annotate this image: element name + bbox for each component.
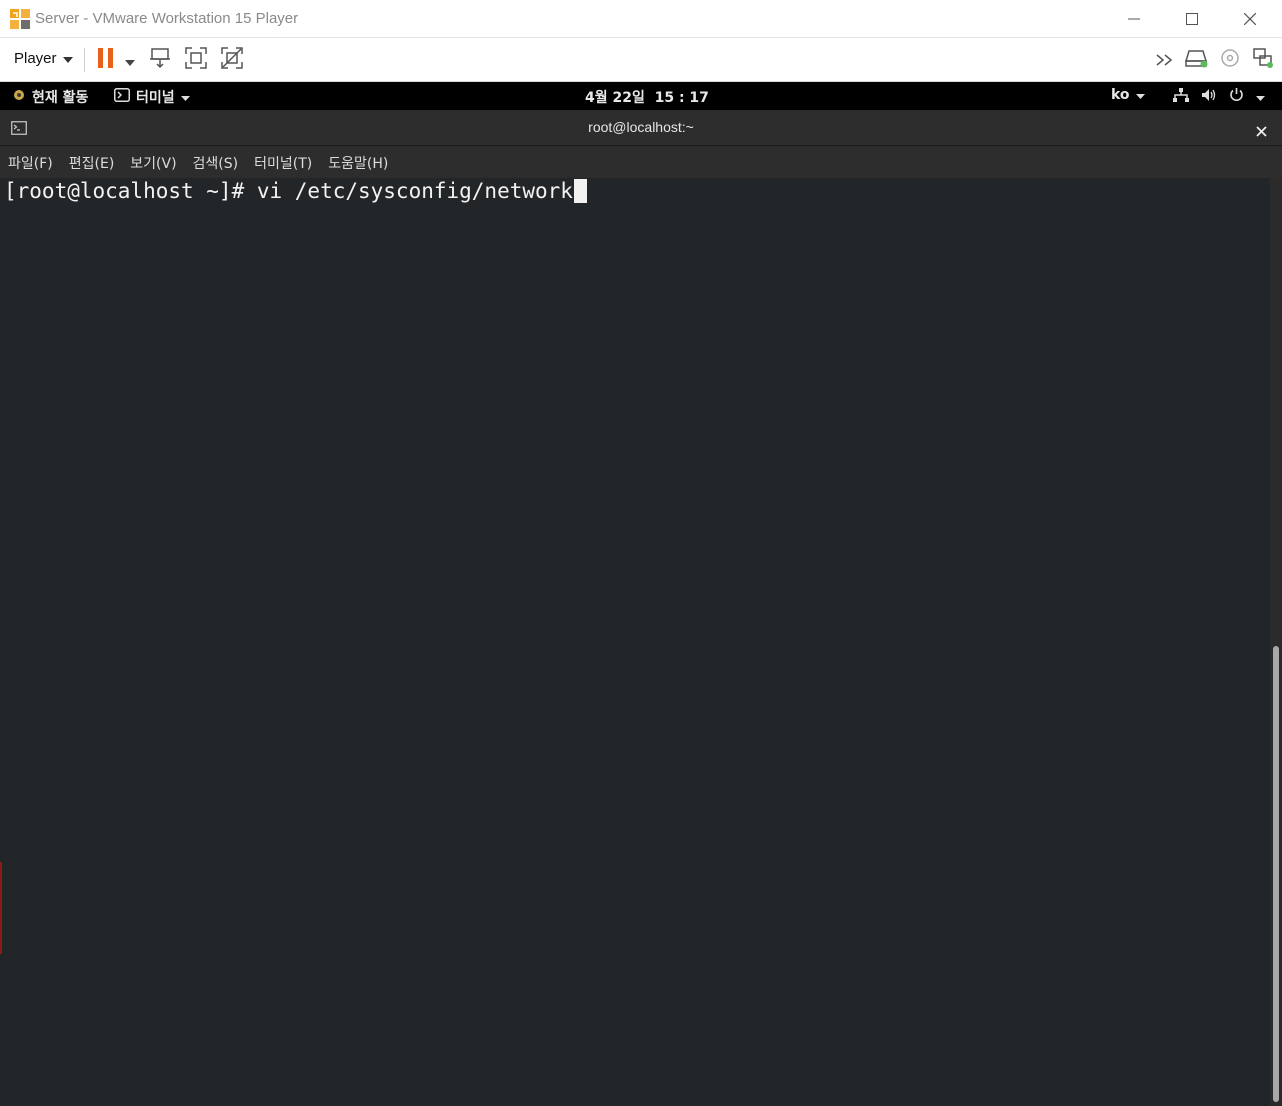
- unity-button[interactable]: [218, 46, 246, 74]
- gnome-top-bar: 현재 활동 터미널 4월 22일 15 : 17 ko: [0, 82, 1282, 110]
- terminal-scrollbar[interactable]: [1270, 178, 1282, 1106]
- cd-dvd-button[interactable]: [1216, 46, 1244, 74]
- dropdown-arrow-icon: [125, 51, 135, 70]
- maximize-icon: [1186, 13, 1198, 25]
- power-icon: [1229, 87, 1244, 106]
- send-ctrl-alt-del-icon: [148, 46, 172, 74]
- fullscreen-icon: [184, 46, 208, 74]
- input-method-menu[interactable]: ko: [1111, 87, 1145, 103]
- menu-help[interactable]: 도움말(H): [320, 146, 396, 178]
- activities-button[interactable]: 현재 활동: [12, 87, 88, 107]
- clock-button[interactable]: 4월 22일 15 : 17: [585, 87, 709, 107]
- scrollbar-thumb[interactable]: [1273, 646, 1279, 1102]
- activities-label: 현재 활동: [32, 90, 89, 106]
- chevron-down-icon: [1256, 89, 1265, 105]
- system-menu[interactable]: [1173, 87, 1265, 106]
- vmware-logo-icon: [9, 8, 31, 30]
- menu-file[interactable]: 파일(F): [0, 146, 61, 178]
- unity-icon: [220, 46, 244, 74]
- app-menu-label: 터미널: [136, 90, 175, 106]
- app-menu-terminal[interactable]: 터미널: [114, 87, 190, 107]
- terminal-output[interactable]: [root@localhost ~]# vi /etc/sysconfig/ne…: [0, 178, 1270, 1106]
- fullscreen-button[interactable]: [182, 46, 210, 74]
- window-edge-accent: [0, 862, 2, 954]
- player-menu-label: Player: [14, 50, 57, 67]
- terminal-header-bar: root@localhost:~: [0, 110, 1282, 146]
- terminal-title: root@localhost:~: [588, 119, 694, 135]
- command-line: [root@localhost ~]# vi /etc/sysconfig/ne…: [4, 178, 587, 204]
- minimize-button[interactable]: [1105, 0, 1163, 38]
- gnome-foot-icon: [12, 88, 26, 106]
- chevron-down-icon: [62, 50, 73, 67]
- player-toolbar: Player: [0, 38, 1282, 82]
- chevron-down-icon: [1135, 87, 1145, 103]
- terminal-app-icon: [114, 88, 130, 106]
- menu-terminal[interactable]: 터미널(T): [246, 146, 320, 178]
- clock-label: 4월 22일 15 : 17: [585, 90, 709, 106]
- text-cursor: [573, 179, 587, 203]
- network-adapter-icon: [1252, 47, 1274, 73]
- more-devices-button[interactable]: [1152, 46, 1180, 74]
- minimize-icon: [1128, 13, 1140, 25]
- more-devices-icon: [1156, 51, 1176, 70]
- window-title: Server - VMware Workstation 15 Player: [35, 10, 299, 27]
- hard-disk-button[interactable]: [1183, 46, 1211, 74]
- input-method-label: ko: [1111, 87, 1130, 103]
- toolbar-divider: [84, 48, 85, 72]
- terminal-menu-bar: 파일(F) 편집(E) 보기(V) 검색(S) 터미널(T) 도움말(H): [0, 146, 1282, 178]
- close-icon[interactable]: [1256, 122, 1267, 141]
- chevron-down-icon: [180, 89, 190, 105]
- close-button[interactable]: [1221, 0, 1279, 38]
- player-menu-button[interactable]: Player: [14, 50, 73, 67]
- network-adapter-button[interactable]: [1249, 46, 1277, 74]
- volume-icon: [1201, 88, 1217, 106]
- send-ctrl-alt-del-button[interactable]: [146, 46, 174, 74]
- pause-button[interactable]: [92, 46, 120, 74]
- window-title-bar: Server - VMware Workstation 15 Player: [0, 0, 1282, 38]
- network-wired-icon: [1173, 87, 1189, 106]
- pause-icon: [97, 47, 115, 73]
- close-icon: [1244, 13, 1256, 25]
- power-options-dropdown[interactable]: [118, 46, 142, 74]
- maximize-button[interactable]: [1163, 0, 1221, 38]
- menu-view[interactable]: 보기(V): [122, 146, 184, 178]
- cd-dvd-icon: [1220, 48, 1240, 72]
- prompt-text: [root@localhost ~]# vi /etc/sysconfig/ne…: [4, 179, 573, 203]
- hard-disk-icon: [1184, 47, 1209, 73]
- menu-search[interactable]: 검색(S): [185, 146, 247, 178]
- menu-edit[interactable]: 편집(E): [61, 146, 123, 178]
